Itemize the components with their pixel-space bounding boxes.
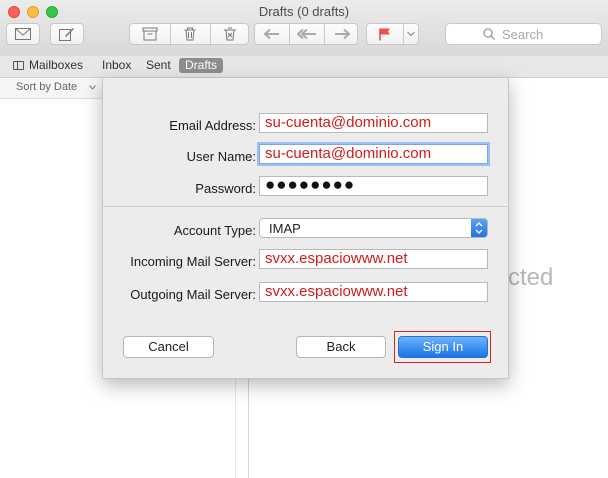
junk-icon[interactable] [223,27,237,41]
email-address-field[interactable]: su-cuenta@dominio.com [259,113,488,133]
flag-button[interactable] [366,23,419,45]
window-title: Drafts (0 drafts) [258,4,350,19]
archive-icon[interactable] [142,27,158,41]
incoming-server-field[interactable]: svxx.espaciowww.net [259,249,488,269]
account-type-label: Account Type: [173,223,256,238]
trash-icon[interactable] [184,27,197,41]
user-name-label: User Name: [186,149,256,164]
message-actions-group [129,23,249,45]
section-separator [103,206,508,207]
reply-icon[interactable] [264,28,280,40]
sidebar-icon [13,61,24,70]
sign-in-highlight-box [394,331,491,363]
sort-by-date[interactable]: Sort by Date [16,81,77,93]
get-mail-button[interactable] [6,23,40,45]
reply-group [254,23,358,45]
search-icon [483,28,495,40]
outgoing-server-field[interactable]: svxx.espaciowww.net [259,282,488,302]
favorite-drafts[interactable]: Drafts [179,58,224,73]
back-button[interactable]: Back [296,336,386,358]
favorites-bar: Mailboxes Inbox Sent Drafts [0,56,608,78]
add-account-sheet: Email Address: su-cuenta@dominio.com Use… [102,78,509,379]
search-placeholder: Search [502,27,544,42]
divider [289,24,290,44]
no-message-selected-text: cted [508,264,554,291]
list-scroll-edge [235,378,236,478]
compose-button[interactable] [50,23,84,45]
flag-icon [379,28,390,41]
reply-all-icon[interactable] [297,28,317,40]
forward-icon[interactable] [334,28,350,40]
select-arrows-icon [471,219,487,237]
email-address-label: Email Address: [169,118,256,133]
cancel-button[interactable]: Cancel [123,336,214,358]
account-type-value: IMAP [269,221,301,236]
divider [170,24,171,44]
outgoing-server-label: Outgoing Mail Server: [130,287,256,302]
favorite-inbox[interactable]: Inbox [96,58,137,73]
window-titlebar: Drafts (0 drafts) Search [0,0,608,57]
favorite-sent[interactable]: Sent [140,58,177,73]
chevron-down-icon [89,85,96,90]
password-label: Password: [195,181,256,196]
password-field[interactable]: ●●●●●●●● [259,176,488,196]
divider [210,24,211,44]
mailboxes-button[interactable]: Mailboxes [7,58,89,73]
incoming-server-label: Incoming Mail Server: [130,254,256,269]
mailboxes-label: Mailboxes [29,58,84,72]
chevron-down-icon[interactable] [407,31,415,37]
divider [324,24,325,44]
user-name-field[interactable]: su-cuenta@dominio.com [259,144,488,164]
get-mail-icon [15,28,31,40]
search-field[interactable]: Search [445,23,602,45]
account-type-select[interactable]: IMAP [259,218,488,238]
divider [403,24,404,44]
compose-icon [59,28,74,41]
